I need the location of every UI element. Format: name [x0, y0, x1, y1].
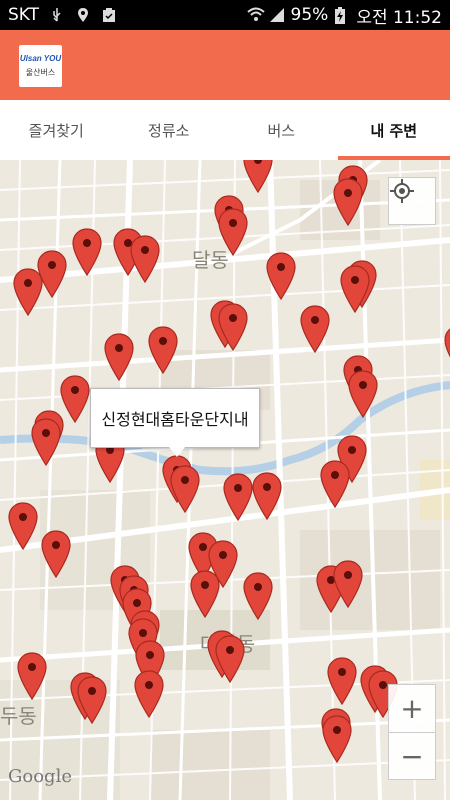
bus-stop-marker[interactable]	[31, 418, 61, 466]
tab-bus[interactable]: 버스	[225, 100, 338, 160]
app-logo[interactable]: Ulsan YOU 울산버스	[19, 45, 62, 87]
bus-stop-marker[interactable]	[13, 268, 43, 316]
logo-mark: Ulsan YOU	[19, 54, 62, 63]
bus-stop-marker[interactable]	[17, 652, 47, 700]
wifi-icon	[246, 7, 265, 23]
bus-stop-marker[interactable]	[243, 572, 273, 620]
map-label-dudong: 두동	[0, 704, 37, 728]
bus-stop-marker[interactable]	[170, 465, 200, 513]
bus-stop-marker[interactable]	[190, 570, 220, 618]
bus-stop-marker[interactable]	[72, 228, 102, 276]
bus-stop-marker[interactable]	[41, 530, 71, 578]
bus-stop-marker[interactable]	[266, 252, 296, 300]
carrier-label: SKT	[8, 5, 40, 25]
tab-bar: 즐겨찾기 정류소 버스 내 주변	[0, 100, 450, 160]
bus-stop-marker[interactable]	[148, 326, 178, 374]
bus-stop-marker[interactable]	[333, 178, 363, 226]
stop-info-window[interactable]: 신정현대홈타운단지내	[90, 388, 260, 457]
bus-stop-marker[interactable]	[130, 235, 160, 283]
my-location-button[interactable]	[388, 177, 436, 225]
tab-nearby[interactable]: 내 주변	[337, 100, 450, 160]
bus-stop-marker[interactable]	[215, 635, 245, 683]
stop-name: 신정현대홈타운단지내	[101, 410, 249, 429]
battery-icon	[334, 7, 350, 24]
map-view[interactable]: 달동 대현동 두동 신정현대홈타운단지내 + − Google	[0, 160, 450, 800]
bus-stop-marker[interactable]	[444, 325, 450, 373]
bus-stop-marker[interactable]	[320, 460, 350, 508]
logo-text: 울산버스	[25, 68, 56, 77]
crosshair-icon	[390, 179, 414, 203]
bus-stop-marker[interactable]	[134, 670, 164, 718]
clipboard-icon	[101, 7, 117, 23]
location-icon	[75, 7, 91, 23]
bus-stop-marker[interactable]	[322, 715, 352, 763]
status-bar: SKT 95% 오전 11:52	[0, 0, 450, 30]
bus-stop-marker[interactable]	[300, 305, 330, 353]
battery-percent: 95%	[290, 5, 329, 25]
signal-icon	[269, 7, 285, 23]
bus-stop-marker[interactable]	[104, 333, 134, 381]
clock: 오전 11:52	[356, 7, 442, 28]
app-header: Ulsan YOU 울산버스	[0, 30, 450, 100]
google-logo: Google	[8, 766, 72, 787]
bus-stop-marker[interactable]	[327, 657, 357, 705]
tab-stops[interactable]: 정류소	[113, 100, 226, 160]
bus-stop-marker[interactable]	[60, 375, 90, 423]
bus-stop-marker[interactable]	[77, 676, 107, 724]
bus-stop-marker[interactable]	[218, 208, 248, 256]
bus-stop-marker[interactable]	[8, 502, 38, 550]
bus-stop-marker[interactable]	[340, 265, 370, 313]
bus-stop-marker[interactable]	[243, 160, 273, 193]
bus-stop-marker[interactable]	[223, 473, 253, 521]
bus-stop-marker[interactable]	[348, 370, 378, 418]
zoom-in-button[interactable]: +	[388, 684, 436, 732]
bus-stop-marker[interactable]	[218, 303, 248, 351]
bus-stop-marker[interactable]	[252, 472, 282, 520]
zoom-out-button[interactable]: −	[388, 732, 436, 780]
usb-icon	[49, 7, 65, 23]
bus-stop-marker[interactable]	[333, 560, 363, 608]
tab-favorites[interactable]: 즐겨찾기	[0, 100, 113, 160]
